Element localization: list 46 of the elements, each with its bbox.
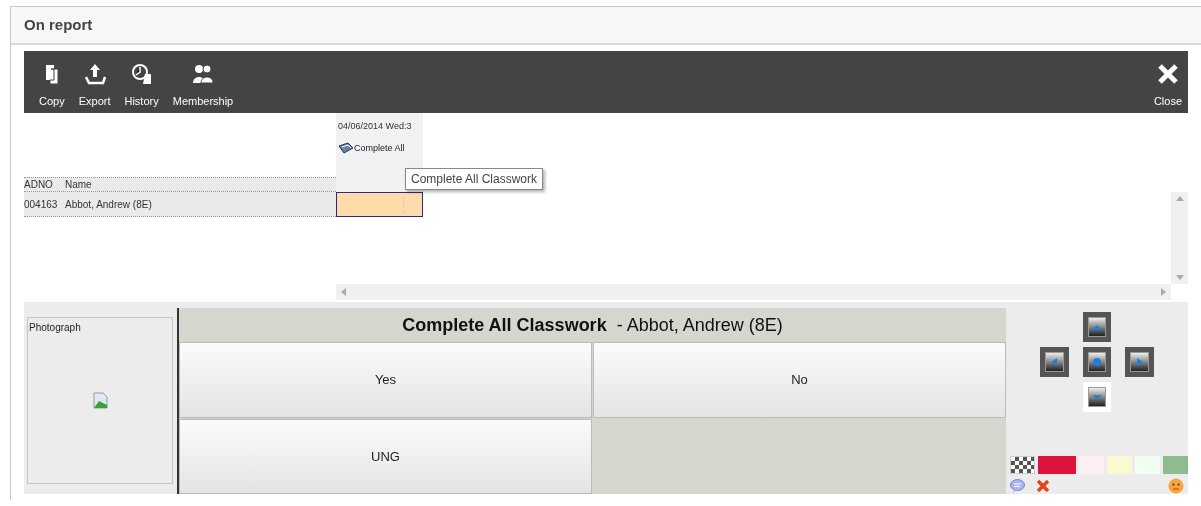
toolbar-button[interactable]: Export <box>75 62 114 109</box>
nav-button[interactable] <box>1125 347 1154 377</box>
transparent-swatch[interactable] <box>1010 456 1035 474</box>
left-arrow-icon <box>341 288 346 296</box>
option-button[interactable]: No <box>593 342 1006 418</box>
speech-bubble-icon[interactable] <box>1010 479 1025 493</box>
upload-icon <box>83 62 106 85</box>
photo-label: Photograph <box>29 321 81 335</box>
nav-button[interactable] <box>1082 347 1112 377</box>
dot-icon <box>1093 358 1101 366</box>
color-swatch[interactable] <box>1038 456 1076 474</box>
table-cell-text: 004163 <box>24 197 59 212</box>
up-arrow-icon <box>1175 196 1184 201</box>
nav-button[interactable] <box>1040 347 1069 377</box>
toolbar-button[interactable]: History <box>121 62 162 109</box>
people-icon <box>192 62 214 85</box>
window-title: On report <box>24 14 93 35</box>
broken-image-icon <box>92 392 108 409</box>
left-arrow-icon <box>1051 358 1058 366</box>
down-arrow-icon <box>1175 275 1184 280</box>
down-arrow-icon <box>1092 395 1102 399</box>
delete-icon[interactable] <box>1036 479 1050 493</box>
up-arrow-icon <box>1092 324 1102 330</box>
toolbar-button[interactable]: Membership <box>169 62 237 109</box>
marking-heading: Complete All Classwork - Abbot, Andrew (8E) <box>179 308 1006 342</box>
column-header: ADNO Name <box>24 177 336 192</box>
close-button[interactable]: Close <box>1147 62 1188 109</box>
tooltip: Complete All Classwork <box>405 168 544 190</box>
horizontal-scrollbar[interactable] <box>336 284 1171 300</box>
column-title: Complete All <box>354 141 405 155</box>
option-button[interactable]: UNG <box>179 418 592 494</box>
table-cell-text: Abbot, Andrew (8E) <box>65 197 152 212</box>
clock-icon <box>130 62 153 85</box>
toolbar-button[interactable]: Copy <box>36 62 68 109</box>
nav-button[interactable] <box>1082 382 1112 412</box>
smiley-icon[interactable] <box>1168 478 1184 494</box>
close-icon <box>1156 62 1179 85</box>
vertical-scrollbar[interactable] <box>1171 192 1188 284</box>
nav-button[interactable] <box>1082 312 1112 342</box>
right-arrow-icon <box>1136 358 1143 366</box>
date-label: 04/06/2014 Wed:3 <box>338 120 413 133</box>
mark-cell[interactable] <box>336 192 423 217</box>
color-swatch[interactable] <box>1163 456 1188 474</box>
right-arrow-icon <box>1161 288 1166 296</box>
option-button[interactable]: Yes <box>179 342 592 418</box>
color-swatch[interactable] <box>1107 456 1132 474</box>
